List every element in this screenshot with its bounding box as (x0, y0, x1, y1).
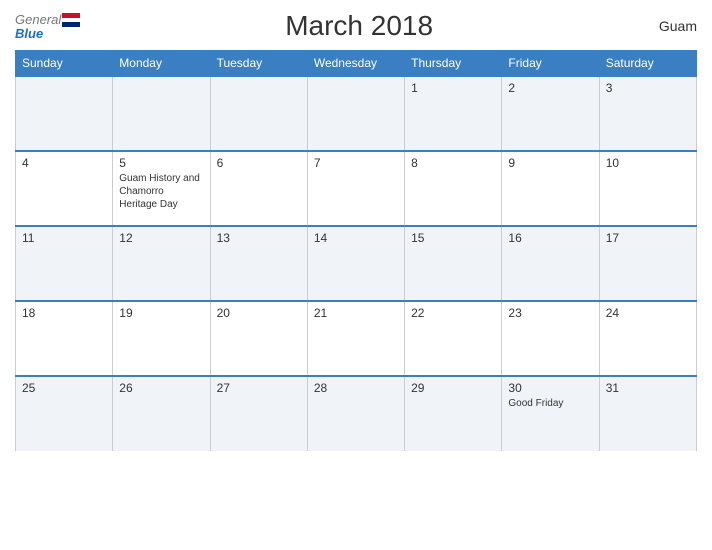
cell-w3-d3: 13 (210, 226, 307, 301)
logo: General Blue (15, 13, 81, 40)
cell-w2-d1: 4 (16, 151, 113, 226)
day-number: 1 (411, 81, 495, 95)
day-number: 29 (411, 381, 495, 395)
day-number: 12 (119, 231, 203, 245)
logo-blue-text: Blue (15, 27, 43, 40)
cell-w3-d4: 14 (307, 226, 404, 301)
header: General Blue March 2018 Guam (15, 10, 697, 42)
day-number: 15 (411, 231, 495, 245)
cell-w1-d4 (307, 76, 404, 151)
cell-w1-d5: 1 (405, 76, 502, 151)
cell-w2-d3: 6 (210, 151, 307, 226)
cell-w3-d1: 11 (16, 226, 113, 301)
logo-general-text: General (15, 13, 61, 26)
cell-w1-d1 (16, 76, 113, 151)
day-number: 18 (22, 306, 106, 320)
day-number: 25 (22, 381, 106, 395)
day-number: 21 (314, 306, 398, 320)
cell-w5-d4: 28 (307, 376, 404, 451)
cell-w4-d7: 24 (599, 301, 696, 376)
cell-w2-d7: 10 (599, 151, 696, 226)
day-number: 9 (508, 156, 592, 170)
calendar-title: March 2018 (81, 10, 637, 42)
day-number: 27 (217, 381, 301, 395)
day-number: 4 (22, 156, 106, 170)
header-friday: Friday (502, 51, 599, 77)
cell-w4-d5: 22 (405, 301, 502, 376)
event-label: Good Friday (508, 397, 592, 410)
day-number: 8 (411, 156, 495, 170)
cell-w1-d3 (210, 76, 307, 151)
cell-w2-d5: 8 (405, 151, 502, 226)
cell-w4-d4: 21 (307, 301, 404, 376)
cell-w2-d2: 5 Guam History and Chamorro Heritage Day (113, 151, 210, 226)
day-number: 24 (606, 306, 690, 320)
cell-w1-d2 (113, 76, 210, 151)
calendar-table: Sunday Monday Tuesday Wednesday Thursday… (15, 50, 697, 451)
day-number: 16 (508, 231, 592, 245)
day-number: 17 (606, 231, 690, 245)
calendar-page: General Blue March 2018 Guam Sunday Mond… (0, 0, 712, 550)
day-number: 10 (606, 156, 690, 170)
day-number: 30 (508, 381, 592, 395)
header-sunday: Sunday (16, 51, 113, 77)
day-number: 13 (217, 231, 301, 245)
header-wednesday: Wednesday (307, 51, 404, 77)
cell-w5-d2: 26 (113, 376, 210, 451)
header-thursday: Thursday (405, 51, 502, 77)
week-row-3: 11 12 13 14 15 16 17 (16, 226, 697, 301)
cell-w5-d7: 31 (599, 376, 696, 451)
logo-flag-icon (62, 13, 80, 27)
header-monday: Monday (113, 51, 210, 77)
day-number: 28 (314, 381, 398, 395)
cell-w5-d3: 27 (210, 376, 307, 451)
week-row-1: 123 (16, 76, 697, 151)
region-label: Guam (637, 18, 697, 34)
week-row-5: 25 26 27 28 29 30 Good Friday 31 (16, 376, 697, 451)
cell-w2-d6: 9 (502, 151, 599, 226)
header-tuesday: Tuesday (210, 51, 307, 77)
day-number: 3 (606, 81, 690, 95)
cell-w3-d2: 12 (113, 226, 210, 301)
cell-w4-d1: 18 (16, 301, 113, 376)
day-number: 6 (217, 156, 301, 170)
cell-w3-d6: 16 (502, 226, 599, 301)
cell-w1-d6: 2 (502, 76, 599, 151)
day-number: 31 (606, 381, 690, 395)
cell-w5-d5: 29 (405, 376, 502, 451)
cell-w5-d1: 25 (16, 376, 113, 451)
day-number: 19 (119, 306, 203, 320)
day-headers-row: Sunday Monday Tuesday Wednesday Thursday… (16, 51, 697, 77)
day-number: 14 (314, 231, 398, 245)
day-number: 22 (411, 306, 495, 320)
event-label: Guam History and Chamorro Heritage Day (119, 172, 203, 211)
cell-w5-d6: 30 Good Friday (502, 376, 599, 451)
week-row-4: 18 19 20 21 22 23 24 (16, 301, 697, 376)
day-number: 20 (217, 306, 301, 320)
day-number: 11 (22, 231, 106, 245)
day-number: 7 (314, 156, 398, 170)
cell-w4-d3: 20 (210, 301, 307, 376)
week-row-2: 45 Guam History and Chamorro Heritage Day… (16, 151, 697, 226)
cell-w1-d7: 3 (599, 76, 696, 151)
cell-w3-d7: 17 (599, 226, 696, 301)
day-number: 23 (508, 306, 592, 320)
day-number: 5 (119, 156, 203, 170)
header-saturday: Saturday (599, 51, 696, 77)
day-number: 2 (508, 81, 592, 95)
cell-w4-d2: 19 (113, 301, 210, 376)
day-number: 26 (119, 381, 203, 395)
cell-w2-d4: 7 (307, 151, 404, 226)
cell-w3-d5: 15 (405, 226, 502, 301)
cell-w4-d6: 23 (502, 301, 599, 376)
